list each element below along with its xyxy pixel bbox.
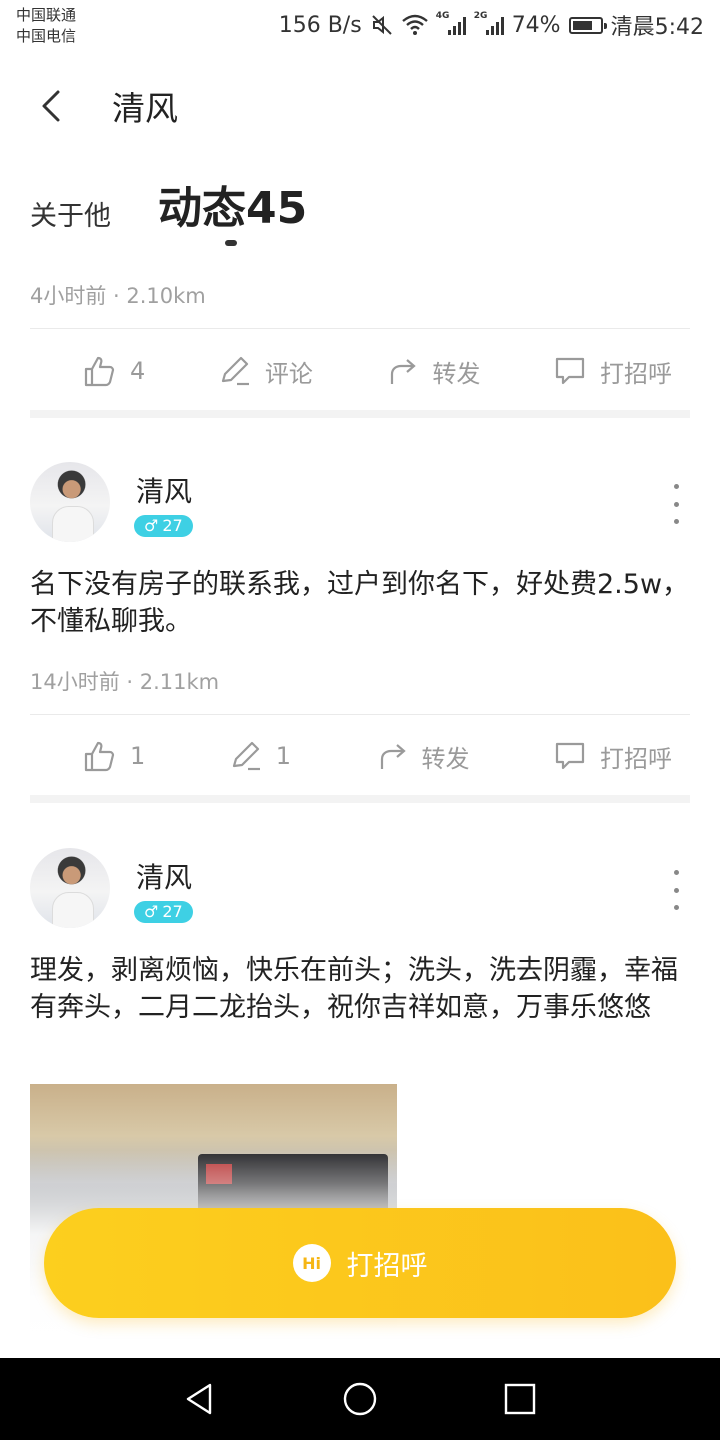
carrier-labels: 中国联通 中国电信 — [16, 5, 76, 47]
post-actions: 4 评论 转发 打招呼 — [30, 329, 690, 413]
male-icon: ♂ — [144, 516, 159, 535]
comment-icon — [232, 741, 260, 771]
back-icon — [42, 90, 60, 122]
nav-home-icon[interactable] — [340, 1379, 380, 1419]
mute-icon — [371, 15, 392, 35]
carrier-1: 中国联通 — [16, 6, 77, 24]
chat-icon — [555, 742, 585, 770]
more-button[interactable] — [664, 870, 688, 910]
post-actions: 1 1 转发 打招呼 — [30, 714, 690, 798]
more-button[interactable] — [664, 484, 688, 524]
like-button[interactable]: 4 — [82, 353, 145, 389]
section-separator — [30, 795, 690, 803]
carrier-2: 中国电信 — [16, 27, 77, 45]
male-icon: ♂ — [144, 902, 159, 921]
comment-icon — [221, 356, 249, 386]
gender-age-badge: ♂ 27 — [134, 515, 193, 537]
tab-indicator — [225, 240, 237, 246]
section-separator — [30, 410, 690, 418]
status-icons: 156 B/s 4G 2G 74% 清晨5:42 — [279, 10, 704, 40]
avatar[interactable] — [30, 462, 110, 542]
hi-icon: Hi — [292, 1244, 331, 1282]
battery-percent: 74% — [511, 12, 561, 38]
forward-button[interactable]: 转发 — [384, 353, 480, 389]
status-bar: 中国联通 中国电信 156 B/s 4G 2G 74% 清晨5:42 — [0, 0, 720, 52]
greet-label: 打招呼 — [599, 744, 672, 773]
greet-action-button[interactable]: 打招呼 — [552, 738, 672, 774]
nav-recent-icon[interactable] — [500, 1379, 540, 1419]
greet-label: 打招呼 — [599, 359, 672, 388]
app-header: 清风 — [0, 60, 720, 150]
like-icon — [84, 356, 115, 387]
tab-about[interactable]: 关于他 — [30, 194, 111, 233]
username[interactable]: 清风 — [136, 470, 192, 510]
forward-icon — [380, 744, 406, 769]
gender-age-badge: ♂ 27 — [134, 901, 193, 923]
comment-button[interactable]: 评论 — [217, 353, 313, 389]
greet-button-label: 打招呼 — [346, 1250, 428, 1282]
comment-count: 1 — [275, 742, 292, 770]
chat-icon — [555, 357, 585, 385]
battery-icon — [568, 16, 607, 34]
network-speed: 156 B/s — [278, 12, 362, 38]
like-button[interactable]: 1 — [82, 738, 145, 774]
username[interactable]: 清风 — [136, 856, 192, 896]
avatar[interactable] — [30, 848, 110, 928]
nav-back-icon[interactable] — [180, 1379, 220, 1419]
wifi-icon — [401, 14, 428, 35]
like-count: 1 — [130, 742, 146, 770]
page-title: 清风 — [112, 89, 178, 128]
greet-action-button[interactable]: 打招呼 — [552, 353, 672, 389]
clock: 清晨5:42 — [610, 15, 704, 40]
greet-button[interactable]: Hi 打招呼 — [44, 1208, 676, 1318]
signal-icon-1: 4G — [436, 11, 466, 35]
tab-moments[interactable]: 动态45 — [158, 172, 307, 236]
post-meta: 14小时前 · 2.11km — [30, 670, 220, 694]
post-text: 名下没有房子的联系我，过户到你名下，好处费2.5w，不懂私聊我。 — [30, 569, 690, 637]
signal-icon-2: 2G — [474, 11, 504, 35]
forward-icon — [391, 359, 417, 384]
forward-label: 转发 — [432, 359, 481, 388]
like-icon — [84, 741, 115, 772]
comment-label: 评论 — [264, 359, 313, 388]
like-count: 4 — [130, 357, 146, 385]
back-button[interactable] — [36, 82, 72, 130]
comment-button[interactable]: 1 — [228, 738, 291, 774]
forward-button[interactable]: 转发 — [374, 738, 470, 774]
post-meta: 4小时前 · 2.10km — [30, 284, 206, 308]
system-nav-bar — [0, 1358, 720, 1440]
post-text: 理发，剥离烦恼，快乐在前头；洗头，洗去阴霾，幸福有奔头，二月二龙抬头，祝你吉祥如… — [30, 955, 678, 1023]
forward-label: 转发 — [421, 744, 470, 773]
